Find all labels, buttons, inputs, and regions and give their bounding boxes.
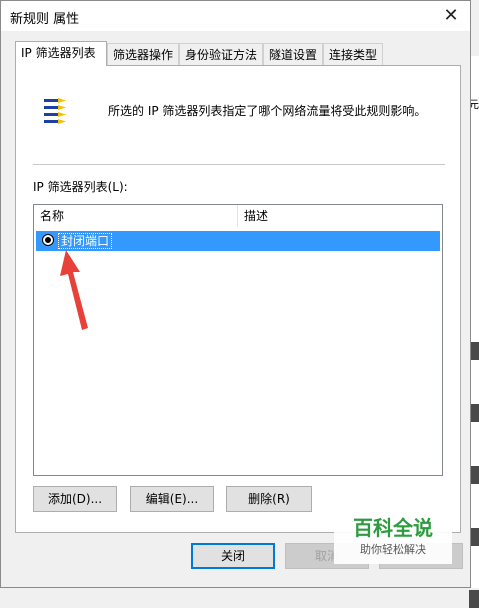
avatar xyxy=(469,590,479,608)
close-button[interactable]: 关闭 xyxy=(191,543,275,569)
add-button[interactable]: 添加(D)... xyxy=(33,486,117,512)
ip-filter-list[interactable]: 名称 描述 封闭端口 xyxy=(33,204,443,476)
tab-authentication-methods[interactable]: 身份验证方法 xyxy=(179,43,263,65)
close-icon[interactable]: ✕ xyxy=(438,3,464,29)
tab-tunnel-settings[interactable]: 隧道设置 xyxy=(263,43,323,65)
column-header-name[interactable]: 名称 xyxy=(34,205,238,227)
watermark: 百科全说 助你轻松解决 xyxy=(334,508,452,564)
delete-button[interactable]: 删除(R) xyxy=(226,486,312,512)
tab-filter-action[interactable]: 筛选器操作 xyxy=(107,43,179,65)
edit-button[interactable]: 编辑(E)... xyxy=(130,486,214,512)
tab-ip-filter-list[interactable]: IP 筛选器列表 xyxy=(15,41,107,66)
row-name: 封闭端口 xyxy=(58,233,113,249)
list-label: IP 筛选器列表(L): xyxy=(33,180,128,194)
table-row[interactable]: 封闭端口 xyxy=(36,231,440,251)
divider xyxy=(33,164,445,165)
column-header-description[interactable]: 描述 xyxy=(238,205,442,227)
watermark-title: 百科全说 xyxy=(353,516,433,540)
watermark-subtitle: 助你轻松解决 xyxy=(360,543,426,556)
radio-selected-icon[interactable] xyxy=(42,234,54,246)
title-bar[interactable]: 新规则 属性 ✕ xyxy=(1,1,470,31)
window-title: 新规则 属性 xyxy=(10,12,80,27)
tab-connection-type[interactable]: 连接类型 xyxy=(323,43,383,65)
panel-description: 所选的 IP 筛选器列表指定了哪个网络流量将受此规则影响。 xyxy=(108,104,427,118)
filter-list-icon xyxy=(44,98,66,124)
annotation-arrow-icon xyxy=(60,250,88,330)
